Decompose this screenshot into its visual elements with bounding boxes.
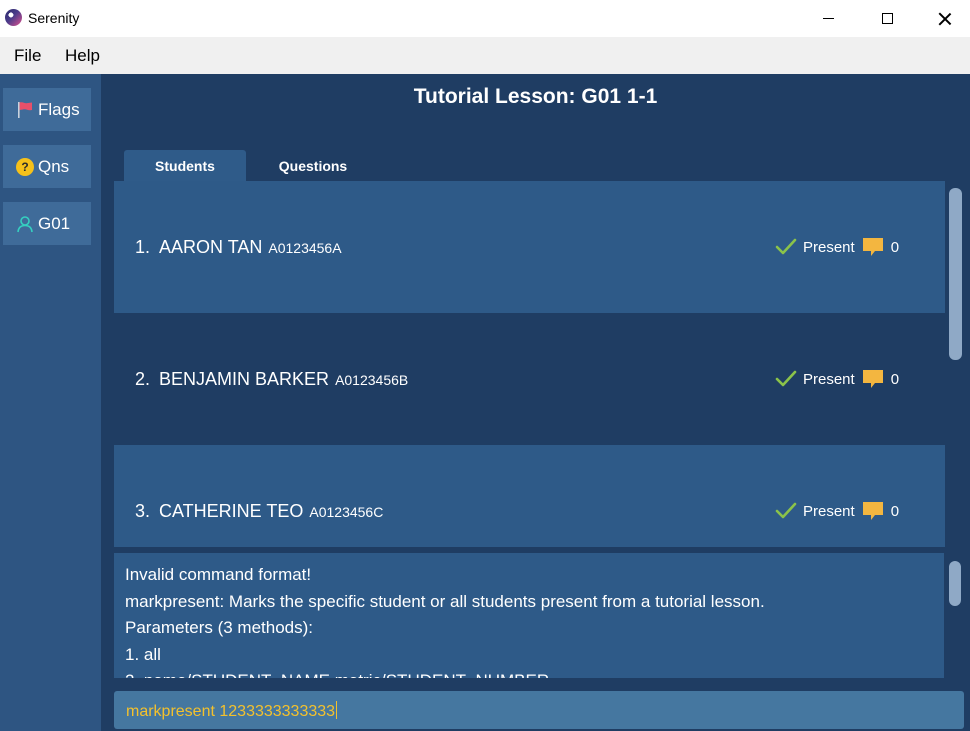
menu-file[interactable]: File <box>14 46 41 66</box>
sidebar-item-g01[interactable]: G01 <box>3 202 91 245</box>
menu-help[interactable]: Help <box>65 46 100 66</box>
check-icon <box>775 370 797 387</box>
maximize-icon <box>881 13 893 24</box>
user-icon <box>16 215 34 233</box>
sidebar-item-label: Flags <box>38 99 80 119</box>
sidebar-item-flags[interactable]: Flags <box>3 88 91 131</box>
result-line: Invalid command format! <box>125 565 312 584</box>
sidebar-item-label: Qns <box>38 156 70 176</box>
result-scrollbar[interactable] <box>949 561 961 606</box>
student-matric: A0123456A <box>268 240 342 256</box>
status-label: Present <box>803 370 855 388</box>
minimize-icon <box>822 18 834 19</box>
result-text: Invalid command format! markpresent: Mark… <box>125 562 765 678</box>
comment-count: 0 <box>890 502 900 520</box>
list-item[interactable]: 2. BENJAMIN BARKER A0123456B Present 0 <box>114 313 945 445</box>
student-index: 1. <box>135 236 151 257</box>
result-line: markpresent: Marks the specific student … <box>125 591 765 611</box>
comment-icon <box>862 370 883 388</box>
result-display: Invalid command format! markpresent: Mark… <box>114 553 944 678</box>
sidebar-item-label: G01 <box>38 213 71 233</box>
command-input-text: markpresent 1233333333333 <box>126 701 338 721</box>
maximize-button[interactable] <box>864 0 910 37</box>
attendance-status: Present 0 <box>775 368 899 390</box>
text-caret <box>336 701 338 719</box>
question-icon: ? <box>16 157 34 176</box>
student-matric: A0123456C <box>309 504 384 520</box>
attendance-status: Present 0 <box>775 236 899 258</box>
sidebar-item-qns[interactable]: ? Qns <box>3 145 91 188</box>
command-input[interactable]: markpresent 1233333333333 <box>114 691 964 729</box>
close-icon <box>938 12 952 26</box>
list-item[interactable]: 1. AARON TAN A0123456A Present 0 <box>114 181 945 313</box>
student-index: 3. <box>135 500 151 521</box>
list-item[interactable]: 3. CATHERINE TEO A0123456C Present 0 <box>114 445 945 547</box>
comment-count: 0 <box>890 238 900 256</box>
student-list-scrollbar[interactable] <box>949 188 962 360</box>
app-logo-icon <box>5 9 22 26</box>
student-name: BENJAMIN BARKER <box>159 368 330 389</box>
student-name: CATHERINE TEO <box>159 500 304 521</box>
sidebar: Flags ? Qns G01 <box>0 74 101 731</box>
status-label: Present <box>803 238 855 256</box>
close-button[interactable] <box>922 0 968 37</box>
comment-icon <box>862 502 883 520</box>
comment-icon <box>862 238 883 256</box>
menu-bar: File Help <box>0 37 970 74</box>
student-index: 2. <box>135 368 151 389</box>
result-line: 2. name/STUDENT_NAME matric/STUDENT_NUMB… <box>125 668 765 678</box>
page-title: Tutorial Lesson: G01 1-1 <box>413 85 658 108</box>
check-icon <box>775 238 797 255</box>
result-line: Parameters (3 methods): <box>125 618 314 637</box>
result-line: 1. all <box>125 644 161 664</box>
student-name: AARON TAN <box>159 236 263 257</box>
student-matric: A0123456B <box>335 372 409 388</box>
check-icon <box>775 502 797 519</box>
window-title: Serenity <box>28 10 80 26</box>
tab-students[interactable]: Students <box>124 150 246 181</box>
status-label: Present <box>803 502 855 520</box>
command-value: markpresent 1233333333333 <box>126 703 336 720</box>
tab-questions[interactable]: Questions <box>252 150 374 181</box>
student-list: 1. AARON TAN A0123456A Present 0 2. BENJ… <box>114 181 946 547</box>
attendance-status: Present 0 <box>775 500 899 522</box>
comment-count: 0 <box>890 370 900 388</box>
title-bar: Serenity <box>0 0 970 37</box>
minimize-button[interactable] <box>805 0 851 37</box>
flag-icon <box>16 101 34 119</box>
